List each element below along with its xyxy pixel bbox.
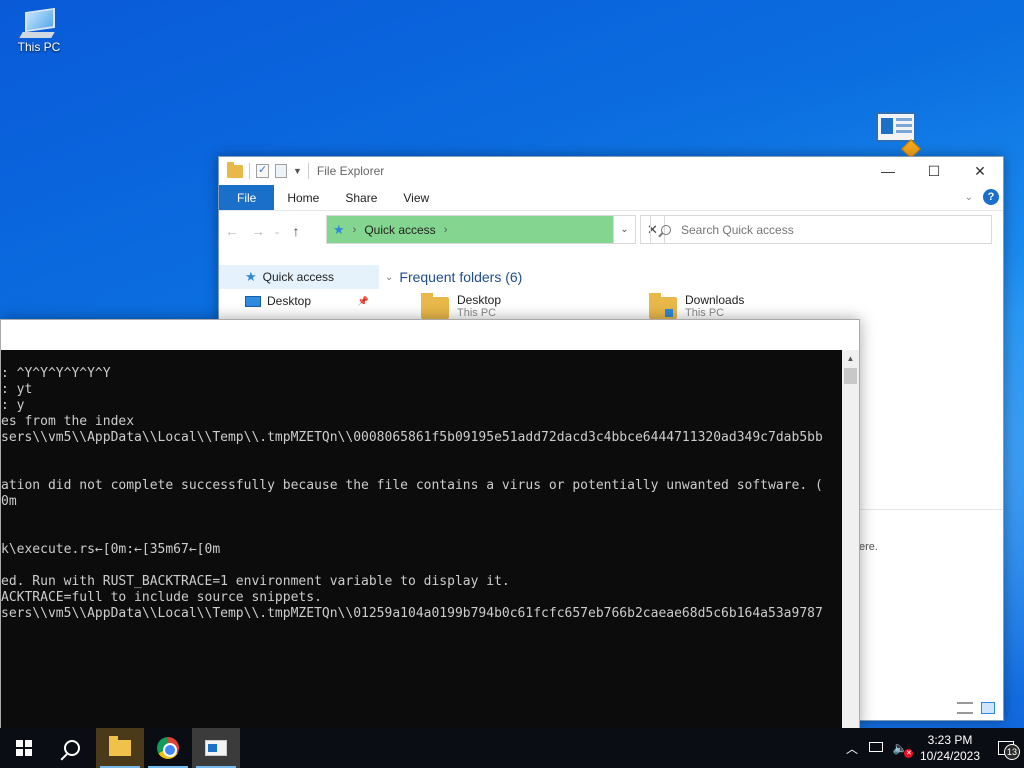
breadcrumb-separator-icon[interactable]: › (353, 224, 357, 236)
terminal-line: : ^Y^Y^Y^Y^Y^Y (1, 366, 111, 381)
desktop-icon (245, 295, 261, 307)
breadcrumb-quick-access[interactable]: Quick access (364, 223, 435, 237)
windows-logo-icon (16, 740, 32, 756)
folder-icon (227, 161, 243, 178)
terminal-line: : yt (1, 382, 33, 397)
details-view-icon[interactable] (957, 702, 973, 714)
terminal-window: : ^Y^Y^Y^Y^Y^Y: yt: y es from the index se… (0, 319, 860, 729)
clock[interactable]: 3:23 PM 10/24/2023 (912, 732, 988, 764)
address-bar[interactable]: ★ › Quick access › ⌄ (326, 215, 636, 244)
system-tray: ︿ 🔈 ✕ 3:23 PM 10/24/2023 13 (840, 728, 1024, 768)
chrome-icon (157, 737, 179, 759)
section-divider (859, 509, 1003, 510)
nav-item-desktop[interactable]: Desktop 📌 (219, 289, 379, 313)
address-bar-row: ← → ⌄ ↑ ★ › Quick access › ⌄ ✕ (219, 211, 1003, 251)
terminal-output[interactable]: : ^Y^Y^Y^Y^Y^Y: yt: y es from the index se… (1, 350, 842, 729)
large-icons-view-icon[interactable] (981, 702, 995, 714)
search-input[interactable] (681, 222, 961, 237)
volume-muted-icon[interactable]: 🔈 ✕ (888, 741, 914, 758)
recent-locations-chevron-icon[interactable]: ⌄ (271, 227, 283, 236)
nav-item-label: Desktop (267, 294, 312, 308)
scroll-up-icon[interactable]: ▲ (842, 350, 859, 367)
breadcrumb-separator-icon[interactable]: › (444, 224, 448, 236)
terminal-line: sers\\vm5\\AppData\\Local\\Temp\\.tmpMZE… (1, 430, 823, 445)
terminal-line: ed. Run with RUST_BACKTRACE=1 environmen… (1, 574, 510, 589)
folder-tile-desktop[interactable]: Desktop This PC (421, 293, 501, 319)
partial-empty-message: ere. (859, 541, 878, 553)
folder-tile-downloads[interactable]: Downloads This PC (649, 293, 744, 319)
close-button[interactable]: ✕ (957, 157, 1003, 185)
terminal-line: : y (1, 398, 25, 413)
help-icon[interactable]: ? (983, 189, 999, 205)
terminal-line: es from the index (1, 414, 135, 429)
search-button[interactable] (48, 728, 96, 768)
downloads-folder-icon (649, 293, 677, 319)
back-button[interactable]: ← (219, 223, 245, 239)
ribbon-tabs: File Home Share View ⌄ ? (219, 185, 1003, 211)
taskbar: ︿ 🔈 ✕ 3:23 PM 10/24/2023 13 (0, 728, 1024, 768)
start-button[interactable] (0, 728, 48, 768)
nav-item-label: Quick access (262, 270, 335, 284)
tab-file[interactable]: File (219, 185, 275, 210)
maximize-button[interactable]: ☐ (911, 157, 957, 185)
computer-icon (19, 7, 59, 38)
terminal-line: k\execute.rs←[0m:←[35m67←[0m (1, 542, 221, 557)
window-title: File Explorer (316, 164, 385, 178)
properties-icon[interactable] (256, 163, 269, 178)
collapse-chevron-icon: ⌄ (385, 271, 394, 283)
terminal-line: 0m (1, 494, 17, 509)
up-button[interactable]: ↑ (283, 223, 309, 239)
terminal-scrollbar[interactable]: ▲ (842, 350, 859, 729)
terminal-line: ation did not complete successfully beca… (1, 478, 823, 493)
tab-share[interactable]: Share (332, 185, 390, 210)
tab-home[interactable]: Home (274, 185, 332, 210)
search-icon (64, 740, 80, 756)
expand-ribbon-chevron-icon[interactable]: ⌄ (965, 192, 973, 203)
star-icon: ★ (245, 269, 257, 284)
search-icon (661, 224, 671, 235)
clock-time: 3:23 PM (927, 733, 973, 747)
folder-icon (421, 293, 449, 319)
action-center-button[interactable]: 13 (988, 728, 1024, 768)
navigation-pane: ★ Quick access Desktop 📌 (219, 265, 379, 313)
scrollbar-thumb[interactable] (844, 368, 857, 384)
terminal-line: ACKTRACE=full to include source snippets… (1, 590, 322, 605)
app-window-icon (876, 112, 916, 142)
terminal-app-icon (205, 740, 227, 756)
network-icon[interactable] (864, 741, 888, 755)
desktop-shortcut-app[interactable] (866, 112, 926, 159)
frequent-folders-header[interactable]: ⌄ Frequent folders (6) (383, 265, 1003, 289)
taskbar-chrome[interactable] (144, 728, 192, 768)
terminal-line: sers\\vm5\\AppData\\Local\\Temp\\.tmpMZE… (1, 606, 823, 621)
clock-date: 10/24/2023 (919, 749, 981, 763)
new-folder-icon[interactable] (275, 164, 287, 178)
terminal-title-bar[interactable] (1, 320, 859, 350)
customize-toolbar-chevron-icon[interactable]: ▼ (293, 166, 302, 176)
address-dropdown-chevron-icon[interactable]: ⌄ (613, 216, 635, 243)
notification-count-badge: 13 (1004, 744, 1020, 760)
show-hidden-icons-chevron-up-icon[interactable]: ︿ (840, 740, 864, 757)
quick-access-star-icon: ★ (333, 221, 345, 237)
desktop-icon-this-pc[interactable]: This PC (4, 7, 74, 54)
minimize-button[interactable]: — (865, 157, 911, 185)
content-area: ⌄ Frequent folders (6) Desktop This PC D… (383, 265, 1003, 319)
pin-icon: 📌 (357, 295, 369, 306)
file-explorer-icon (109, 736, 131, 756)
explorer-title-bar[interactable]: ▼ File Explorer — ☐ ✕ (219, 157, 1003, 185)
taskbar-terminal[interactable] (192, 728, 240, 768)
desktop-icon-label: This PC (17, 40, 61, 54)
search-box[interactable] (650, 215, 992, 244)
taskbar-file-explorer[interactable] (96, 728, 144, 768)
forward-button[interactable]: → (245, 223, 271, 239)
nav-item-quick-access[interactable]: ★ Quick access (219, 265, 379, 289)
tab-view[interactable]: View (390, 185, 442, 210)
status-bar-view-toggles (957, 702, 995, 714)
